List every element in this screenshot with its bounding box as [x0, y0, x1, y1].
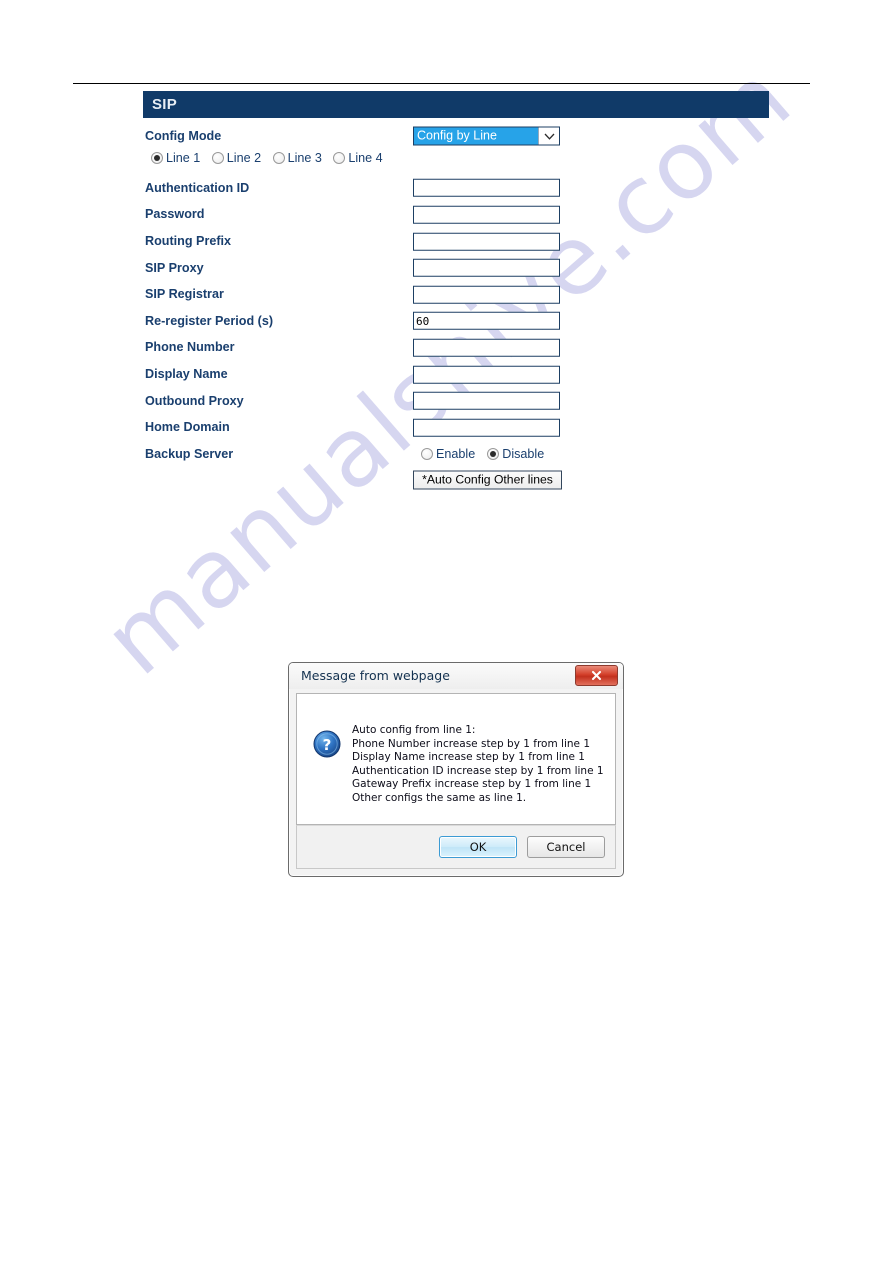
- dialog-message-line-5: Gateway Prefix increase step by 1 from l…: [352, 778, 592, 791]
- phone-number-input[interactable]: [413, 338, 560, 357]
- row-config-mode: Config Mode Config by Line: [143, 123, 769, 150]
- label-sip-proxy: SIP Proxy: [145, 260, 204, 275]
- radio-line-2[interactable]: Line 2: [211, 150, 262, 165]
- radio-line-1-label: Line 1: [166, 150, 201, 165]
- label-home-domain: Home Domain: [145, 420, 230, 435]
- row-sip-proxy: SIP Proxy: [143, 254, 769, 281]
- cancel-button[interactable]: Cancel: [527, 836, 605, 858]
- row-outbound-proxy: Outbound Proxy: [143, 387, 769, 414]
- radio-line-3-indicator[interactable]: [272, 151, 285, 164]
- display-name-input[interactable]: [413, 365, 560, 384]
- radio-line-4-indicator[interactable]: [333, 151, 346, 164]
- outbound-proxy-control: [413, 391, 560, 410]
- label-routing-prefix: Routing Prefix: [145, 234, 232, 249]
- page-top-divider: [73, 83, 810, 84]
- authentication-id-control: [413, 179, 560, 198]
- radio-backup-enable[interactable]: Enable: [421, 447, 475, 461]
- line-selector-group: Line 1 Line 2 Line 3 Line 4: [143, 151, 769, 173]
- row-re-register-period: Re-register Period (s): [143, 308, 769, 335]
- row-auto-config: *Auto Config Other lines: [143, 467, 769, 494]
- label-display-name: Display Name: [145, 367, 228, 382]
- dialog-message-line-1: Auto config from line 1:: [352, 724, 476, 736]
- row-backup-server: Backup Server Enable Disable: [143, 441, 769, 468]
- display-name-control: [413, 365, 560, 384]
- sip-proxy-input[interactable]: [413, 258, 560, 277]
- label-authentication-id: Authentication ID: [145, 180, 250, 195]
- authentication-id-input[interactable]: [413, 179, 560, 198]
- close-icon[interactable]: [575, 665, 618, 686]
- auto-config-other-lines-button[interactable]: *Auto Config Other lines: [413, 470, 562, 490]
- panel-title-bar: SIP: [143, 91, 769, 118]
- config-mode-select[interactable]: Config by Line: [413, 126, 560, 146]
- message-dialog: Message from webpage ? Auto config from …: [288, 662, 624, 877]
- radio-backup-disable-indicator[interactable]: [487, 447, 500, 460]
- backup-server-control: Enable Disable: [413, 447, 560, 461]
- radio-line-3[interactable]: Line 3: [272, 150, 322, 165]
- routing-prefix-input[interactable]: [413, 232, 560, 251]
- dialog-message-line-3: Display Name increase step by 1 from lin…: [352, 751, 585, 764]
- settings-rows: Config Mode Config by Line Line 1 Line 2…: [143, 118, 769, 494]
- dialog-message-line-4: Authentication ID increase step by 1 fro…: [352, 764, 604, 777]
- outbound-proxy-input[interactable]: [413, 391, 560, 410]
- question-mark-icon: ?: [313, 730, 341, 758]
- svg-text:?: ?: [323, 736, 332, 754]
- sip-registrar-control: [413, 285, 560, 304]
- password-input[interactable]: [413, 205, 560, 224]
- label-config-mode: Config Mode: [145, 129, 222, 144]
- radio-line-4[interactable]: Line 4: [333, 150, 383, 165]
- radio-line-2-label: Line 2: [226, 150, 262, 165]
- config-mode-selected-value: Config by Line: [414, 127, 538, 145]
- home-domain-control: [413, 418, 560, 437]
- radio-line-4-label: Line 4: [348, 150, 383, 165]
- page-title: SIP: [152, 96, 178, 113]
- row-phone-number: Phone Number: [143, 334, 769, 361]
- auto-config-control: *Auto Config Other lines: [413, 470, 562, 490]
- dialog-title: Message from webpage: [301, 668, 450, 683]
- label-re-register-period: Re-register Period (s): [145, 313, 274, 328]
- sip-proxy-control: [413, 258, 560, 277]
- backup-server-radio-group: Enable Disable: [413, 447, 560, 461]
- home-domain-input[interactable]: [413, 418, 560, 437]
- label-sip-registrar: SIP Registrar: [145, 287, 224, 302]
- radio-backup-enable-indicator[interactable]: [421, 447, 433, 460]
- config-mode-control: Config by Line: [413, 126, 560, 146]
- row-password: Password: [143, 201, 769, 228]
- label-backup-server: Backup Server: [145, 446, 234, 461]
- label-outbound-proxy: Outbound Proxy: [145, 393, 244, 408]
- row-routing-prefix: Routing Prefix: [143, 228, 769, 255]
- password-control: [413, 205, 560, 224]
- radio-line-3-label: Line 3: [287, 150, 322, 165]
- dialog-body: ? Auto config from line 1: Phone Number …: [296, 693, 616, 825]
- radio-line-1-indicator[interactable]: [151, 151, 163, 164]
- sip-settings-panel: SIP Config Mode Config by Line Line 1 Li…: [143, 91, 769, 494]
- radio-backup-disable-label: Disable: [502, 446, 545, 461]
- dialog-message-line-2: Phone Number increase step by 1 from lin…: [352, 737, 590, 750]
- row-sip-registrar: SIP Registrar: [143, 281, 769, 308]
- radio-backup-disable[interactable]: Disable: [487, 447, 544, 461]
- re-register-period-input[interactable]: [413, 312, 560, 331]
- phone-number-control: [413, 338, 560, 357]
- dialog-content: ? Auto config from line 1: Phone Number …: [313, 724, 604, 806]
- row-authentication-id: Authentication ID: [143, 175, 769, 202]
- re-register-period-control: [413, 312, 560, 331]
- row-display-name: Display Name: [143, 361, 769, 388]
- row-home-domain: Home Domain: [143, 414, 769, 441]
- radio-line-1[interactable]: Line 1: [151, 151, 200, 165]
- dialog-titlebar: Message from webpage: [289, 663, 623, 689]
- ok-button[interactable]: OK: [439, 836, 517, 858]
- sip-registrar-input[interactable]: [413, 285, 560, 304]
- routing-prefix-control: [413, 232, 560, 251]
- dialog-message: Auto config from line 1: Phone Number in…: [352, 724, 604, 806]
- label-password: Password: [145, 207, 205, 222]
- chevron-down-icon[interactable]: [538, 127, 559, 145]
- radio-backup-enable-label: Enable: [436, 446, 476, 461]
- dialog-footer: OK Cancel: [296, 825, 616, 869]
- radio-line-2-indicator[interactable]: [211, 151, 224, 164]
- label-phone-number: Phone Number: [145, 340, 235, 355]
- dialog-message-line-6: Other configs the same as line 1.: [352, 791, 527, 804]
